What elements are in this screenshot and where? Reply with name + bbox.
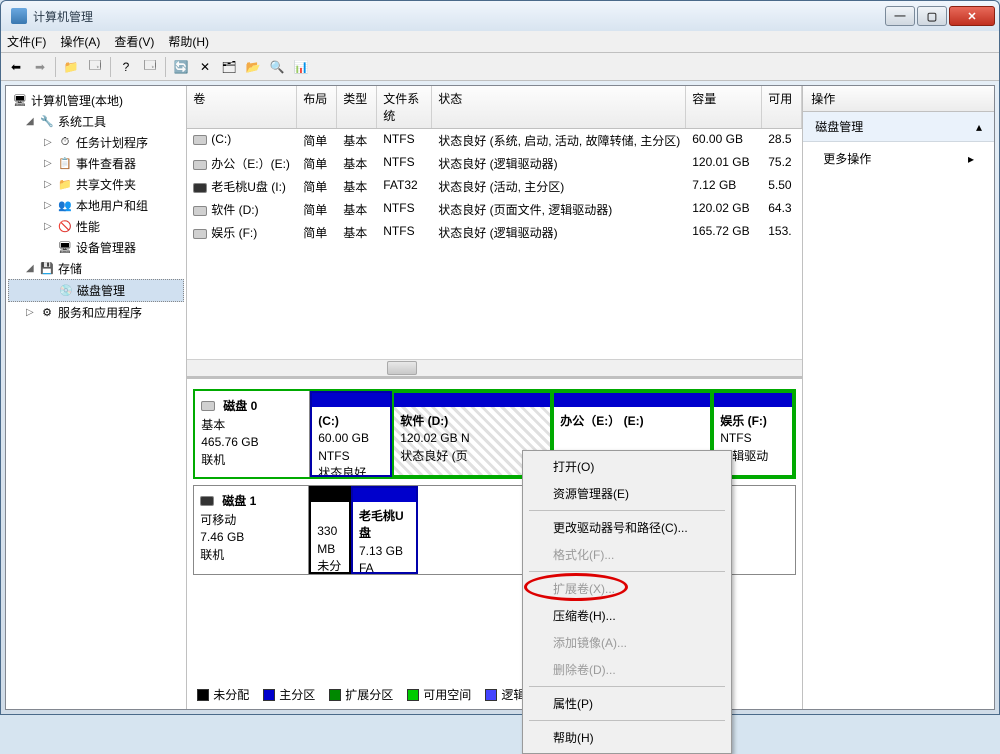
table-row[interactable]: 办公（E:）(E:)简单基本NTFS状态良好 (逻辑驱动器)120.01 GB7… xyxy=(187,152,802,175)
menubar: 文件(F) 操作(A) 查看(V) 帮助(H) xyxy=(1,31,999,53)
context-menu: 打开(O) 资源管理器(E) 更改驱动器号和路径(C)... 格式化(F)...… xyxy=(522,450,732,754)
actions-section-disk-management[interactable]: 磁盘管理▴ xyxy=(803,112,994,142)
close-button[interactable]: ✕ xyxy=(949,6,995,26)
legend-extended: 扩展分区 xyxy=(345,686,393,703)
partition-usb[interactable]: 老毛桃U盘7.13 GB FA状态良好 ( xyxy=(351,486,418,574)
tree-task-scheduler[interactable]: ▷⏱任务计划程序 xyxy=(8,132,184,153)
disk-1-label[interactable]: 磁盘 1 可移动7.46 GB联机 xyxy=(194,486,309,574)
main-area: 🖥计算机管理(本地) ◢🔧系统工具 ▷⏱任务计划程序 ▷📋事件查看器 ▷📁共享文… xyxy=(5,85,995,710)
app-window: 计算机管理 — ▢ ✕ 文件(F) 操作(A) 查看(V) 帮助(H) ⬅ ➡ … xyxy=(0,0,1000,715)
chevron-right-icon: ▸ xyxy=(968,152,974,166)
volume-table-body: (C:)简单基本NTFS状态良好 (系统, 启动, 活动, 故障转储, 主分区)… xyxy=(187,129,802,359)
table-row[interactable]: 老毛桃U盘 (I:)简单基本FAT32状态良好 (活动, 主分区)7.12 GB… xyxy=(187,175,802,198)
tree-device-manager[interactable]: 🖥设备管理器 xyxy=(8,237,184,258)
tree-storage[interactable]: ◢💾存储 xyxy=(8,258,184,279)
table-row[interactable]: 娱乐 (F:)简单基本NTFS状态良好 (逻辑驱动器)165.72 GB153. xyxy=(187,221,802,244)
disk-icon xyxy=(193,160,207,170)
ctx-delete: 删除卷(D)... xyxy=(525,656,729,683)
disk-icon xyxy=(201,401,215,411)
ctx-change-letter[interactable]: 更改驱动器号和路径(C)... xyxy=(525,514,729,541)
refresh-icon[interactable]: 🔄 xyxy=(170,56,192,78)
tree-local-users[interactable]: ▷👥本地用户和组 xyxy=(8,195,184,216)
collapse-icon: ▴ xyxy=(976,120,982,134)
volume-table-header: 卷 布局 类型 文件系统 状态 容量 可用 xyxy=(187,86,802,129)
col-filesystem[interactable]: 文件系统 xyxy=(377,86,432,128)
tree-shared-folders[interactable]: ▷📁共享文件夹 xyxy=(8,174,184,195)
legend-unallocated: 未分配 xyxy=(213,686,249,703)
disk-icon xyxy=(193,183,207,193)
tree-system-tools[interactable]: ◢🔧系统工具 xyxy=(8,111,184,132)
disk-icon xyxy=(193,135,207,145)
tree-event-viewer[interactable]: ▷📋事件查看器 xyxy=(8,153,184,174)
show-hide-tree-button[interactable]: 🗔 xyxy=(84,56,106,78)
ctx-shrink[interactable]: 压缩卷(H)... xyxy=(525,602,729,629)
delete-icon[interactable]: ✕ xyxy=(194,56,216,78)
left-tree-pane: 🖥计算机管理(本地) ◢🔧系统工具 ▷⏱任务计划程序 ▷📋事件查看器 ▷📁共享文… xyxy=(6,86,187,709)
table-row[interactable]: 软件 (D:)简单基本NTFS状态良好 (页面文件, 逻辑驱动器)120.02 … xyxy=(187,198,802,221)
col-capacity[interactable]: 容量 xyxy=(686,86,762,128)
actions-more[interactable]: 更多操作▸ xyxy=(803,142,994,175)
tree-performance[interactable]: ▷🚫性能 xyxy=(8,216,184,237)
forward-button[interactable]: ➡ xyxy=(29,56,51,78)
properties-icon[interactable]: 📂 xyxy=(242,56,264,78)
ctx-help[interactable]: 帮助(H) xyxy=(525,724,729,751)
col-type[interactable]: 类型 xyxy=(337,86,377,128)
ctx-format: 格式化(F)... xyxy=(525,541,729,568)
col-layout[interactable]: 布局 xyxy=(297,86,337,128)
scrollbar-thumb[interactable] xyxy=(387,361,417,375)
search-icon[interactable]: 🔍 xyxy=(266,56,288,78)
col-status[interactable]: 状态 xyxy=(432,86,686,128)
up-button[interactable]: 📁 xyxy=(60,56,82,78)
disk-icon xyxy=(200,496,214,506)
disk-icon xyxy=(193,229,207,239)
ctx-properties[interactable]: 属性(P) xyxy=(525,690,729,717)
toolbar: ⬅ ➡ 📁 🗔 ? 🗔 🔄 ✕ 🗂 📂 🔍 📊 xyxy=(1,53,999,81)
tree-root[interactable]: 🖥计算机管理(本地) xyxy=(8,90,184,111)
volume-table: 卷 布局 类型 文件系统 状态 容量 可用 (C:)简单基本NTFS状态良好 (… xyxy=(187,86,802,376)
horizontal-scrollbar[interactable] xyxy=(187,359,802,376)
back-button[interactable]: ⬅ xyxy=(5,56,27,78)
table-row[interactable]: (C:)简单基本NTFS状态良好 (系统, 启动, 活动, 故障转储, 主分区)… xyxy=(187,129,802,152)
menu-file[interactable]: 文件(F) xyxy=(7,33,46,50)
settings-icon[interactable]: 🗂 xyxy=(218,56,240,78)
legend: 未分配 主分区 扩展分区 可用空间 逻辑 xyxy=(193,684,529,705)
ctx-add-mirror: 添加镜像(A)... xyxy=(525,629,729,656)
ctx-open[interactable]: 打开(O) xyxy=(525,453,729,480)
view-icon[interactable]: 🗔 xyxy=(139,56,161,78)
actions-pane: 操作 磁盘管理▴ 更多操作▸ xyxy=(803,86,994,709)
app-icon xyxy=(11,8,27,24)
menu-action[interactable]: 操作(A) xyxy=(60,33,100,50)
disk-0-label[interactable]: 磁盘 0 基本465.76 GB联机 xyxy=(195,391,310,477)
list-icon[interactable]: 📊 xyxy=(290,56,312,78)
ctx-extend: 扩展卷(X)... xyxy=(525,575,729,602)
window-controls: — ▢ ✕ xyxy=(885,6,995,26)
minimize-button[interactable]: — xyxy=(885,6,915,26)
tree: 🖥计算机管理(本地) ◢🔧系统工具 ▷⏱任务计划程序 ▷📋事件查看器 ▷📁共享文… xyxy=(6,86,186,327)
col-volume[interactable]: 卷 xyxy=(187,86,297,128)
tree-disk-management[interactable]: 💿磁盘管理 xyxy=(8,279,184,302)
legend-primary: 主分区 xyxy=(279,686,315,703)
actions-header: 操作 xyxy=(803,86,994,112)
window-title: 计算机管理 xyxy=(33,8,885,25)
titlebar: 计算机管理 — ▢ ✕ xyxy=(1,1,999,31)
disk-icon xyxy=(193,206,207,216)
legend-free: 可用空间 xyxy=(423,686,471,703)
maximize-button[interactable]: ▢ xyxy=(917,6,947,26)
help-icon[interactable]: ? xyxy=(115,56,137,78)
partition-unallocated[interactable]: 330 MB未分配 xyxy=(309,486,351,574)
menu-view[interactable]: 查看(V) xyxy=(114,33,154,50)
menu-help[interactable]: 帮助(H) xyxy=(168,33,209,50)
partition-c[interactable]: (C:)60.00 GB NTFS状态良好 (系统, 启 xyxy=(310,391,392,477)
col-free[interactable]: 可用 xyxy=(762,86,802,128)
ctx-explorer[interactable]: 资源管理器(E) xyxy=(525,480,729,507)
tree-services[interactable]: ▷⚙服务和应用程序 xyxy=(8,302,184,323)
